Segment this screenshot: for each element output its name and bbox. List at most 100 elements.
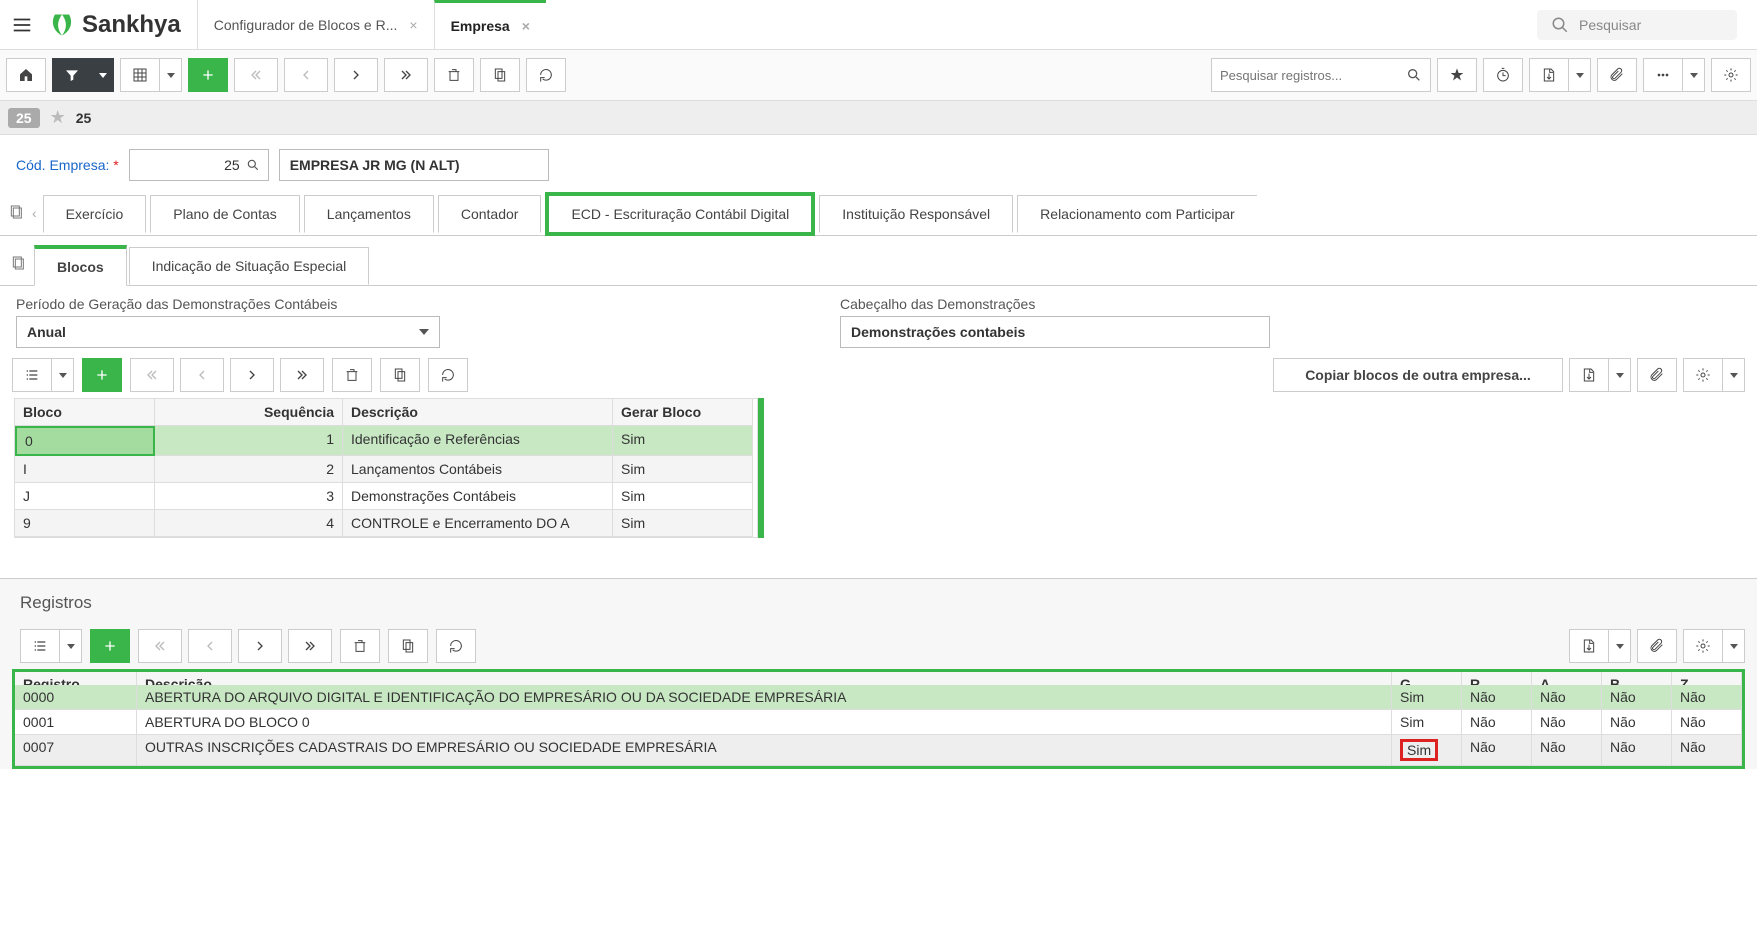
- cabecalho-input[interactable]: Demonstrações contabeis: [840, 316, 1270, 348]
- table-row[interactable]: 0 1 Identificação e Referências Sim: [15, 426, 757, 456]
- bloco-refresh-button[interactable]: [428, 358, 468, 392]
- favorite-button[interactable]: [1437, 58, 1477, 92]
- bloco-delete-button[interactable]: [332, 358, 372, 392]
- cod-empresa-input[interactable]: 25: [129, 149, 269, 181]
- add-bloco-button[interactable]: [82, 358, 122, 392]
- cell: 0000: [15, 685, 137, 710]
- th-bloco[interactable]: Bloco: [15, 399, 155, 426]
- reg-delete-button[interactable]: [340, 629, 380, 663]
- breadcrumb-tab-empresa[interactable]: Empresa ×: [434, 0, 546, 49]
- reg-add-button[interactable]: [90, 629, 130, 663]
- nav-next-button[interactable]: [334, 58, 378, 92]
- bloco-nav-last[interactable]: [280, 358, 324, 392]
- empresa-name-field[interactable]: EMPRESA JR MG (N ALT): [279, 149, 549, 181]
- reg-nav-prev[interactable]: [188, 629, 232, 663]
- reg-settings-dropdown[interactable]: [1723, 629, 1745, 663]
- close-icon[interactable]: ×: [522, 18, 530, 34]
- search-records-input[interactable]: [1220, 68, 1406, 83]
- tab-relacionamento[interactable]: Relacionamento com Participar: [1017, 195, 1257, 233]
- reg-export-dropdown[interactable]: [1609, 629, 1631, 663]
- bloco-nav-first[interactable]: [130, 358, 174, 392]
- table-row[interactable]: 9 4 CONTROLE e Encerramento DO A Sim: [15, 510, 757, 537]
- more-dropdown[interactable]: [1683, 58, 1705, 92]
- search-icon: [1406, 67, 1422, 83]
- global-search[interactable]: Pesquisar: [1537, 10, 1737, 40]
- table-row[interactable]: 0007 OUTRAS INSCRIÇÕES CADASTRAIS DO EMP…: [15, 735, 1742, 766]
- periodo-select[interactable]: Anual: [16, 316, 440, 348]
- table-row[interactable]: 0001 ABERTURA DO BLOCO 0 Sim Não Não Não…: [15, 710, 1742, 735]
- list-button[interactable]: [12, 358, 52, 392]
- close-icon[interactable]: ×: [409, 17, 417, 33]
- tab-lancamentos[interactable]: Lançamentos: [304, 195, 434, 233]
- copy-button[interactable]: [480, 58, 520, 92]
- record-badge: 25: [8, 108, 40, 128]
- filter-dropdown[interactable]: [92, 58, 114, 92]
- table-row[interactable]: I 2 Lançamentos Contábeis Sim: [15, 456, 757, 483]
- refresh-button[interactable]: [526, 58, 566, 92]
- tab-contador[interactable]: Contador: [438, 195, 542, 233]
- bloco-nav-next[interactable]: [230, 358, 274, 392]
- export-button[interactable]: [1529, 58, 1569, 92]
- cabecalho-label: Cabeçalho das Demonstrações: [840, 296, 1270, 312]
- reg-list-button[interactable]: [20, 629, 60, 663]
- reg-nav-next[interactable]: [238, 629, 282, 663]
- hamburger-menu-icon[interactable]: [0, 14, 44, 36]
- attachment-button[interactable]: [1597, 58, 1637, 92]
- more-button[interactable]: [1643, 58, 1683, 92]
- bloco-nav-prev[interactable]: [180, 358, 224, 392]
- bloco-export-dropdown[interactable]: [1609, 358, 1631, 392]
- star-icon[interactable]: ★: [50, 107, 66, 128]
- reg-attach-button[interactable]: [1637, 629, 1677, 663]
- filter-button[interactable]: [52, 58, 92, 92]
- bloco-export-button[interactable]: [1569, 358, 1609, 392]
- add-button[interactable]: [188, 58, 228, 92]
- cell: 4: [155, 510, 343, 537]
- breadcrumb-tab-config[interactable]: Configurador de Blocos e R... ×: [197, 0, 434, 49]
- reg-refresh-button[interactable]: [436, 629, 476, 663]
- bloco-settings-dropdown[interactable]: [1723, 358, 1745, 392]
- breadcrumb-tab-label: Configurador de Blocos e R...: [214, 17, 398, 33]
- th-seq[interactable]: Sequência: [155, 399, 343, 426]
- bloco-settings-button[interactable]: [1683, 358, 1723, 392]
- table-row[interactable]: 0000 ABERTURA DO ARQUIVO DIGITAL E IDENT…: [15, 685, 1742, 710]
- th-gerar[interactable]: Gerar Bloco: [613, 399, 753, 426]
- nav-last-button[interactable]: [384, 58, 428, 92]
- search-icon: [1551, 16, 1569, 34]
- copiar-blocos-button[interactable]: Copiar blocos de outra empresa...: [1273, 358, 1563, 392]
- reg-copy-button[interactable]: [388, 629, 428, 663]
- subtab-indicacao[interactable]: Indicação de Situação Especial: [129, 247, 370, 285]
- cell: OUTRAS INSCRIÇÕES CADASTRAIS DO EMPRESÁR…: [137, 735, 1392, 766]
- star-count: 25: [76, 110, 92, 126]
- search-records[interactable]: [1211, 58, 1431, 92]
- th-desc[interactable]: Descrição: [343, 399, 613, 426]
- settings-button[interactable]: [1711, 58, 1751, 92]
- bloco-attach-button[interactable]: [1637, 358, 1677, 392]
- timer-button[interactable]: [1483, 58, 1523, 92]
- copy-icon[interactable]: [10, 255, 26, 274]
- export-dropdown[interactable]: [1569, 58, 1591, 92]
- delete-button[interactable]: [434, 58, 474, 92]
- copy-icon[interactable]: [8, 204, 24, 223]
- grid-dropdown[interactable]: [160, 58, 182, 92]
- tab-plano-contas[interactable]: Plano de Contas: [150, 195, 300, 233]
- tab-exercicio[interactable]: Exercício: [43, 195, 147, 233]
- table-row[interactable]: J 3 Demonstrações Contábeis Sim: [15, 483, 757, 510]
- reg-export-button[interactable]: [1569, 629, 1609, 663]
- grid-button[interactable]: [120, 58, 160, 92]
- bloco-copy-button[interactable]: [380, 358, 420, 392]
- scroll-left-icon[interactable]: ‹: [32, 205, 37, 221]
- table-resize-handle[interactable]: [758, 398, 764, 538]
- list-dropdown[interactable]: [52, 358, 74, 392]
- reg-settings-button[interactable]: [1683, 629, 1723, 663]
- cell: Não: [1532, 735, 1602, 766]
- reg-nav-last[interactable]: [288, 629, 332, 663]
- reg-list-dropdown[interactable]: [60, 629, 82, 663]
- cell: Não: [1532, 710, 1602, 735]
- nav-first-button[interactable]: [234, 58, 278, 92]
- tab-instituicao[interactable]: Instituição Responsável: [819, 195, 1013, 233]
- tab-ecd[interactable]: ECD - Escrituração Contábil Digital: [545, 192, 815, 236]
- nav-prev-button[interactable]: [284, 58, 328, 92]
- subtab-blocos[interactable]: Blocos: [34, 245, 127, 286]
- home-button[interactable]: [6, 58, 46, 92]
- reg-nav-first[interactable]: [138, 629, 182, 663]
